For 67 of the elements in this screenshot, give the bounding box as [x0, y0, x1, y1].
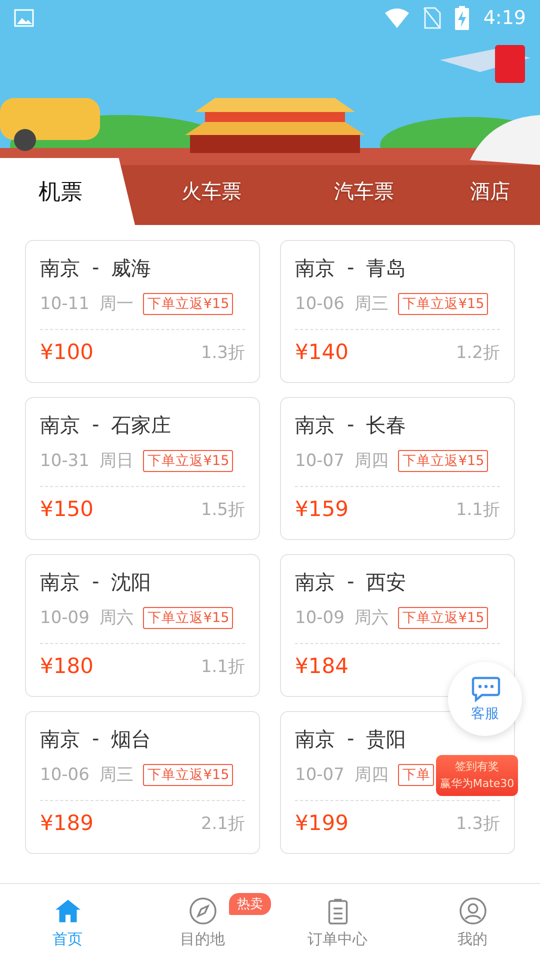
status-time: 4:19: [483, 7, 526, 29]
cashback-tag: 下单立返¥15: [398, 450, 488, 472]
flight-date: 10-06: [40, 764, 90, 784]
ticket-price: ¥180: [40, 654, 94, 678]
route-destination: 威海: [111, 255, 152, 282]
cashback-tag: 下单立返¥15: [398, 292, 488, 314]
discount-rate: 1.1折: [456, 498, 500, 520]
route-origin: 南京: [295, 255, 335, 282]
discount-rate: 1.2折: [456, 342, 500, 364]
cashback-tag: 下单: [398, 764, 434, 786]
route-origin: 南京: [40, 412, 80, 439]
ticket-price: ¥140: [295, 340, 348, 364]
discount-rate: 2.1折: [200, 812, 245, 834]
discount-rate: 1.1折: [200, 656, 245, 678]
route-destination: 沈阳: [111, 569, 152, 596]
flight-date: 10-06: [295, 294, 344, 314]
weekday: 周四: [354, 450, 388, 472]
ticket-price: ¥199: [295, 811, 348, 835]
route-destination: 西安: [366, 569, 406, 596]
cashback-tag: 下单立返¥15: [143, 292, 234, 314]
route-destination: 石家庄: [111, 412, 172, 439]
weekday: 周三: [354, 293, 388, 315]
ticket-price: ¥189: [40, 811, 94, 835]
weekday: 周四: [354, 764, 388, 786]
cashback-tag: 下单立返¥15: [143, 764, 234, 786]
route-separator: -: [347, 412, 354, 438]
flight-date: 10-07: [295, 450, 344, 470]
weekday: 周六: [99, 607, 134, 629]
route-origin: 南京: [40, 255, 80, 282]
flight-date: 10-11: [40, 294, 90, 314]
cashback-tag: 下单立返¥15: [398, 606, 488, 628]
route-separator: -: [92, 726, 100, 752]
discount-rate: 1.3折: [200, 342, 245, 364]
flight-date: 10-31: [40, 450, 90, 470]
promo-text: 签到有奖: [455, 759, 499, 775]
hot-badge: 热卖: [229, 893, 271, 915]
route-origin: 南京: [40, 726, 80, 753]
ticket-price: ¥159: [295, 497, 348, 521]
route-separator: -: [347, 569, 354, 595]
route-separator: -: [347, 726, 354, 752]
route-separator: -: [347, 255, 354, 281]
route-destination: 长春: [366, 412, 406, 439]
route-origin: 南京: [295, 412, 335, 439]
ticket-price: ¥100: [40, 340, 94, 364]
flight-date: 10-09: [295, 608, 344, 628]
ticket-price: ¥150: [40, 497, 94, 521]
weekday: 周一: [99, 293, 134, 315]
ticket-price: ¥184: [295, 654, 348, 678]
flight-date: 10-09: [40, 608, 90, 628]
route-origin: 南京: [295, 726, 335, 753]
route-destination: 烟台: [111, 726, 152, 753]
route-separator: -: [92, 412, 100, 438]
route-separator: -: [92, 255, 100, 281]
route-origin: 南京: [40, 569, 80, 596]
discount-rate: 1.3折: [456, 812, 500, 834]
route-destination: 青岛: [366, 255, 406, 282]
cashback-tag: 下单立返¥15: [143, 450, 234, 472]
cashback-tag: 下单立返¥15: [143, 606, 234, 628]
route-destination: 贵阳: [366, 726, 406, 753]
route-separator: -: [92, 569, 100, 595]
weekday: 周六: [354, 607, 388, 629]
promo-text: 赢华为Mate30: [440, 776, 514, 792]
weekday: 周日: [99, 450, 134, 472]
weekday: 周三: [99, 764, 134, 786]
route-origin: 南京: [295, 569, 335, 596]
flight-date: 10-07: [295, 764, 344, 784]
discount-rate: 1.5折: [200, 498, 245, 520]
